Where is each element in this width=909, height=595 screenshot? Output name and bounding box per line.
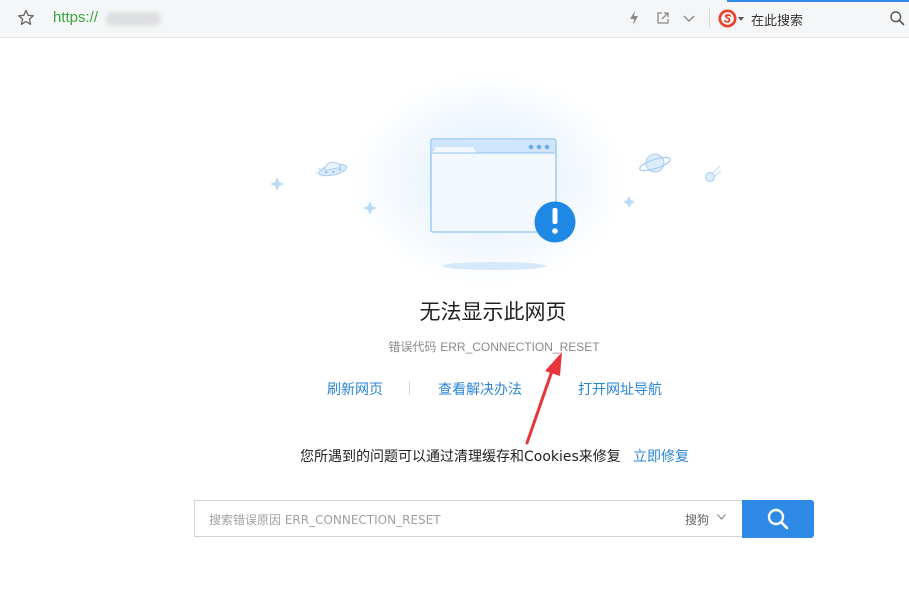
ufo-icon bbox=[318, 161, 348, 177]
fix-now-link[interactable]: 立即修复 bbox=[633, 446, 689, 466]
search-button[interactable] bbox=[742, 500, 814, 538]
annotation-arrow-icon bbox=[525, 352, 562, 445]
error-illustration bbox=[270, 138, 722, 270]
planet-icon bbox=[639, 153, 671, 173]
page-title: 无法显示此网页 bbox=[419, 300, 567, 324]
refresh-link[interactable]: 刷新网页 bbox=[327, 379, 383, 399]
error-code-line: 错误代码 ERR_CONNECTION_RESET bbox=[0, 338, 909, 355]
chevron-down-icon[interactable] bbox=[717, 514, 726, 520]
engine-selector[interactable]: 搜狗 bbox=[685, 511, 709, 528]
error-code-label: 错误代码 bbox=[388, 340, 437, 354]
error-search-box: 搜狗 bbox=[194, 500, 742, 537]
fix-tip-text: 您所遇到的问题可以通过清理缓存和Cookies来修复 bbox=[300, 449, 621, 465]
action-divider bbox=[409, 381, 410, 395]
error-search-input[interactable] bbox=[209, 511, 659, 528]
illustration-shadow bbox=[442, 262, 546, 270]
navigation-link[interactable]: 打开网址导航 bbox=[578, 379, 662, 399]
search-icon bbox=[767, 508, 789, 530]
comet-icon bbox=[705, 165, 722, 182]
alert-badge-icon bbox=[534, 201, 576, 243]
